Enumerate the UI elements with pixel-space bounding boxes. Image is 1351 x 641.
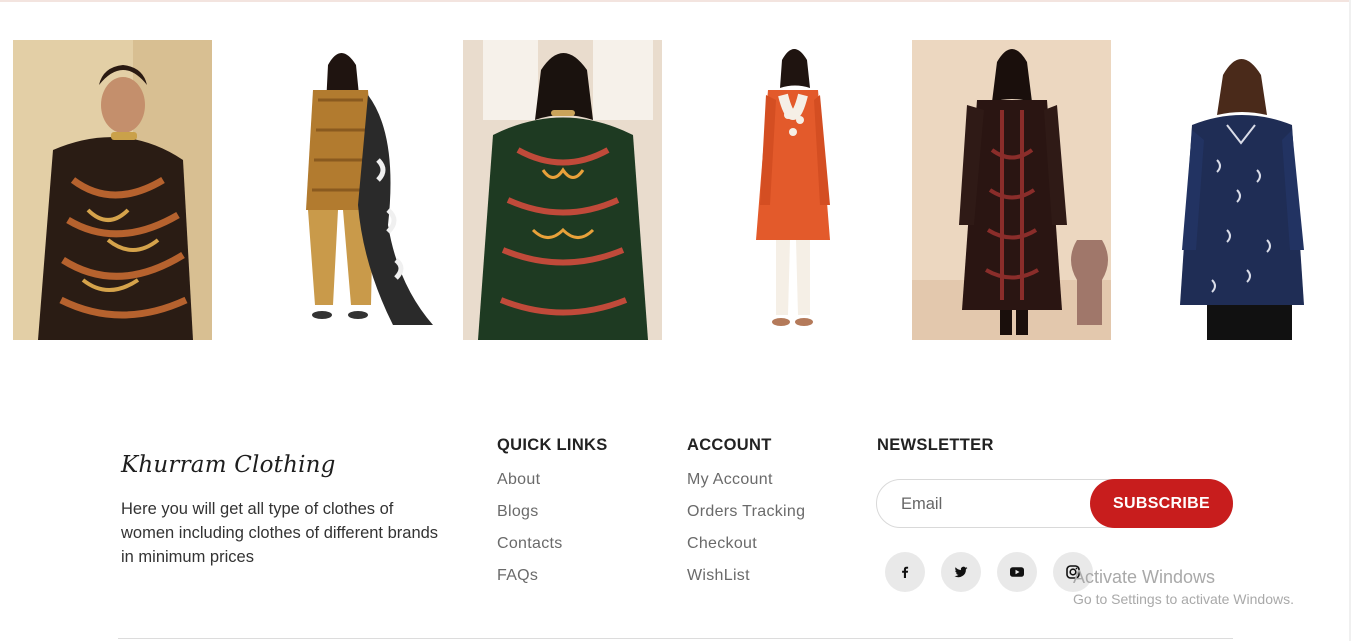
email-input[interactable]: [901, 493, 1081, 515]
instagram-icon: [1066, 565, 1080, 579]
product-photo: [13, 40, 212, 340]
watermark-title: Activate Windows: [1073, 567, 1216, 587]
facebook-button[interactable]: [885, 552, 925, 592]
link-faqs[interactable]: FAQs: [497, 567, 563, 599]
twitter-button[interactable]: [941, 552, 981, 592]
product-photo: [688, 40, 887, 340]
footer-brand-logo[interactable]: Khurram Clothing: [121, 452, 336, 478]
product-image-6[interactable]: [1137, 40, 1336, 340]
subscribe-button[interactable]: SUBSCRIBE: [1090, 479, 1233, 528]
link-orders-tracking[interactable]: Orders Tracking: [687, 503, 805, 535]
product-image-4[interactable]: [688, 40, 887, 340]
product-gallery: [13, 40, 1336, 340]
youtube-button[interactable]: [997, 552, 1037, 592]
link-blogs[interactable]: Blogs: [497, 503, 563, 535]
quick-links-title: QUICK LINKS: [497, 436, 608, 454]
footer-about-text: Here you will get all type of clothes of…: [121, 500, 439, 566]
youtube-icon: [1010, 567, 1024, 577]
link-about[interactable]: About: [497, 471, 563, 503]
product-photo: [1137, 40, 1336, 340]
watermark-subtitle: Go to Settings to activate Windows.: [1073, 591, 1294, 607]
facebook-icon: [902, 566, 909, 578]
link-contacts[interactable]: Contacts: [497, 535, 563, 567]
top-divider: [0, 0, 1351, 2]
product-image-1[interactable]: [13, 40, 212, 340]
product-image-3[interactable]: [463, 40, 662, 340]
product-photo: [238, 40, 437, 340]
instagram-button[interactable]: [1053, 552, 1093, 592]
product-photo: [912, 40, 1111, 340]
link-my-account[interactable]: My Account: [687, 471, 805, 503]
link-checkout[interactable]: Checkout: [687, 535, 805, 567]
product-image-5[interactable]: [912, 40, 1111, 340]
link-wishlist[interactable]: WishList: [687, 567, 805, 599]
windows-activation-watermark: Activate Windows Go to Settings to activ…: [1073, 566, 1294, 608]
twitter-icon: [954, 566, 968, 578]
quick-links-list: About Blogs Contacts FAQs: [497, 471, 563, 599]
footer-bottom-divider: [118, 638, 1233, 639]
newsletter-title: NEWSLETTER: [877, 436, 994, 454]
account-links-list: My Account Orders Tracking Checkout Wish…: [687, 471, 805, 599]
account-title: ACCOUNT: [687, 436, 772, 454]
product-photo: [463, 40, 662, 340]
product-image-2[interactable]: [238, 40, 437, 340]
